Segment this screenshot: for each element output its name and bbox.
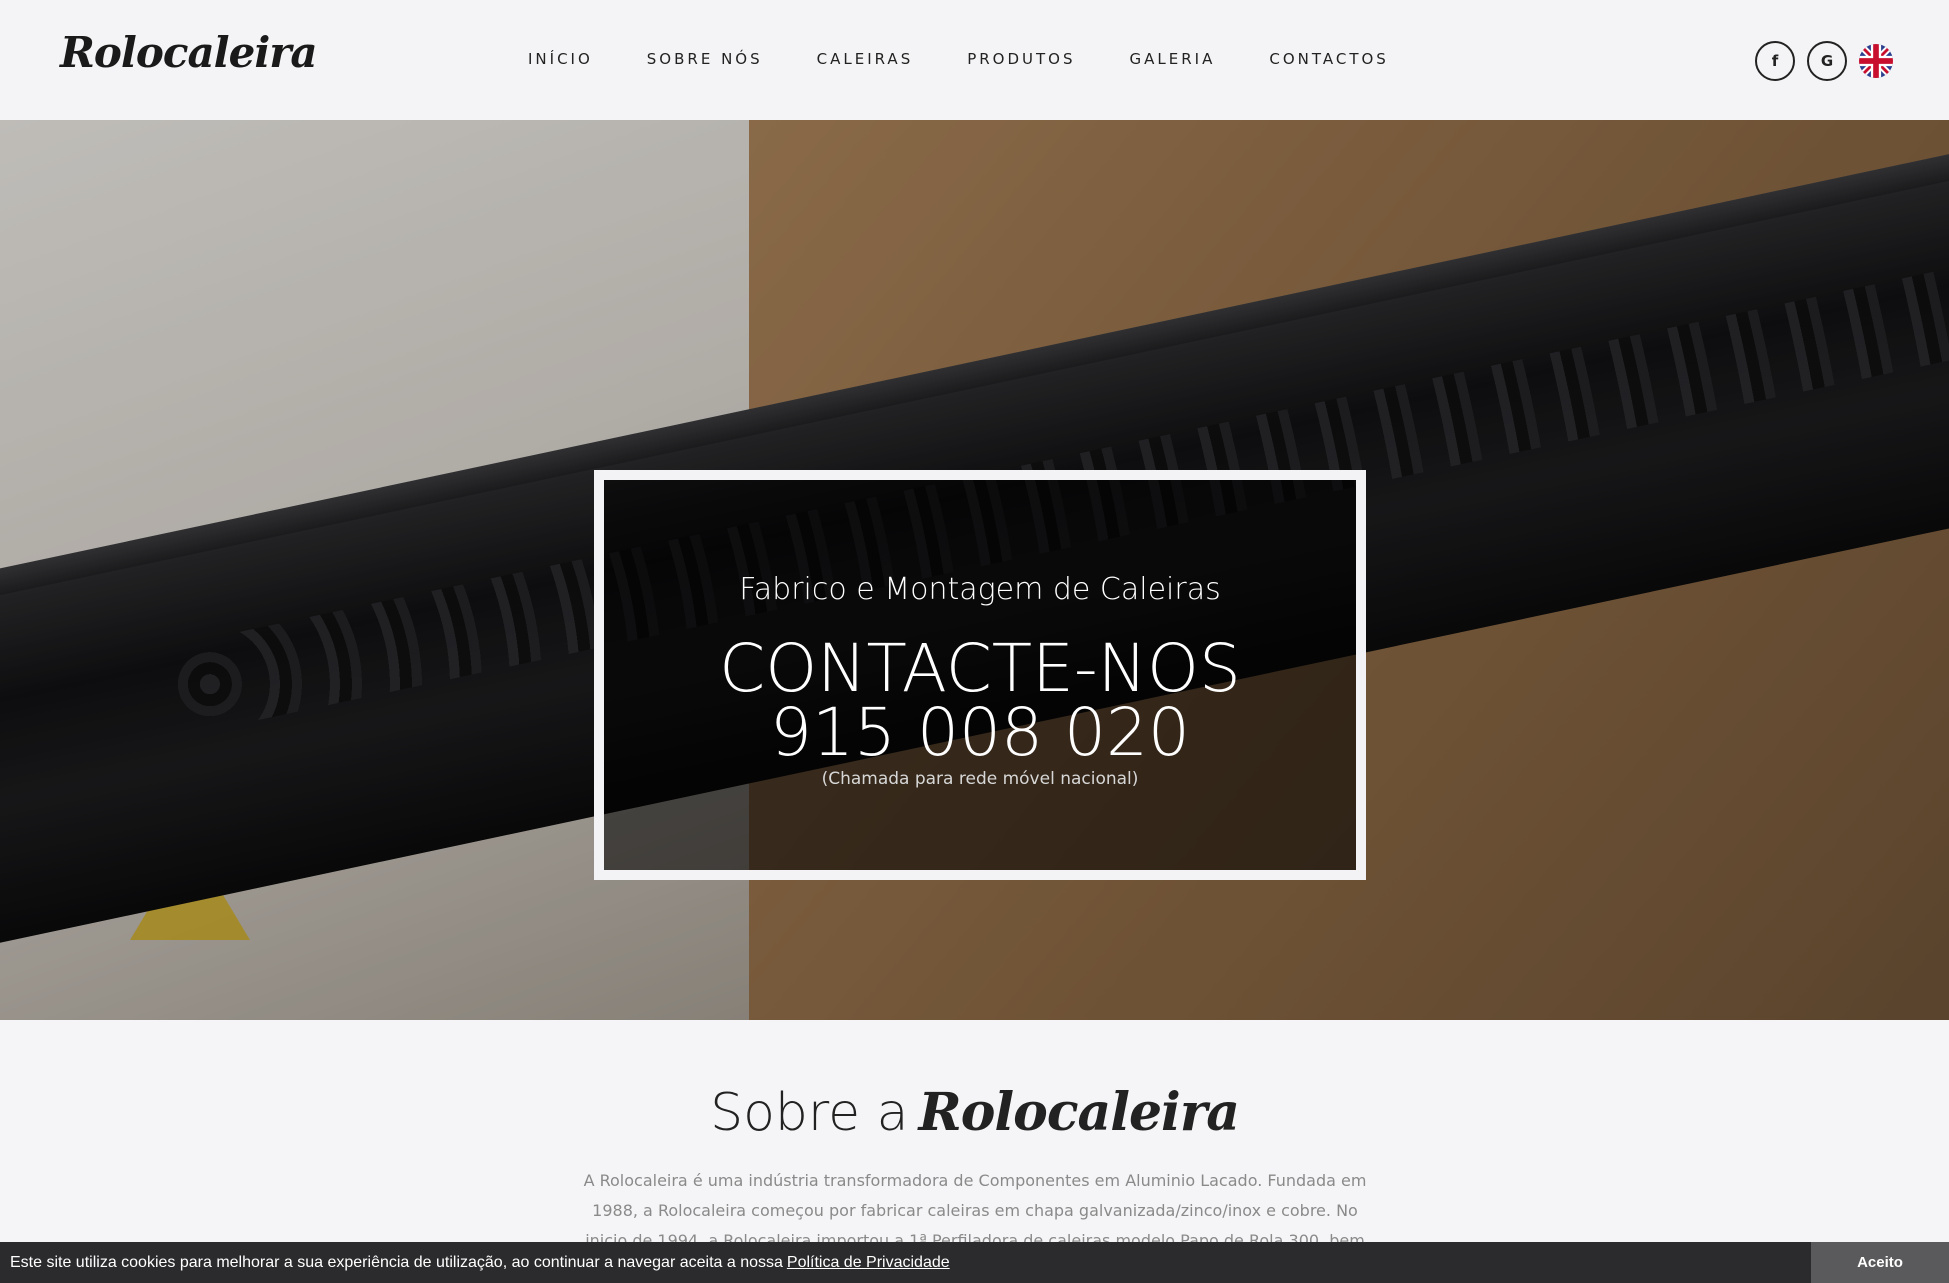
nav-produtos[interactable]: PRODUTOS xyxy=(967,50,1075,68)
about-title-prefix: Sobre a xyxy=(710,1083,909,1143)
about-title: Sobre a Rolocaleira xyxy=(0,1082,1949,1143)
main-nav: INÍCIO SOBRE NÓS CALEIRAS PRODUTOS GALER… xyxy=(528,50,1443,68)
privacy-policy-link[interactable]: Política de Privacidade xyxy=(787,1254,950,1271)
hero-subtitle: Fabrico e Montagem de Caleiras xyxy=(739,572,1221,607)
site-header: Rolocaleira INÍCIO SOBRE NÓS CALEIRAS PR… xyxy=(0,0,1949,120)
hero-phone[interactable]: 915 008 020 xyxy=(604,700,1356,766)
uk-flag-icon[interactable] xyxy=(1859,44,1893,78)
cookie-accept-button[interactable]: Aceito xyxy=(1811,1242,1949,1283)
social-links: f G xyxy=(1755,41,1893,81)
nav-sobre-nos[interactable]: SOBRE NÓS xyxy=(647,50,763,68)
hero-phone-note: (Chamada para rede móvel nacional) xyxy=(821,769,1139,789)
site-logo[interactable]: Rolocaleira xyxy=(60,28,318,77)
nav-galeria[interactable]: GALERIA xyxy=(1130,50,1216,68)
hero-banner: Fabrico e Montagem de Caleiras CONTACTE-… xyxy=(0,120,1949,1020)
cookie-message: Este site utiliza cookies para melhorar … xyxy=(10,1254,783,1271)
about-title-brand: Rolocaleira xyxy=(918,1082,1240,1143)
nav-caleiras[interactable]: CALEIRAS xyxy=(817,50,914,68)
nav-contactos[interactable]: CONTACTOS xyxy=(1269,50,1388,68)
google-icon[interactable]: G xyxy=(1807,41,1847,81)
cookie-bar: Este site utiliza cookies para melhorar … xyxy=(0,1242,1949,1283)
facebook-icon[interactable]: f xyxy=(1755,41,1795,81)
nav-inicio[interactable]: INÍCIO xyxy=(528,50,593,68)
contact-box: Fabrico e Montagem de Caleiras CONTACTE-… xyxy=(594,470,1366,880)
hero-title: CONTACTE-NOS xyxy=(719,630,1241,707)
